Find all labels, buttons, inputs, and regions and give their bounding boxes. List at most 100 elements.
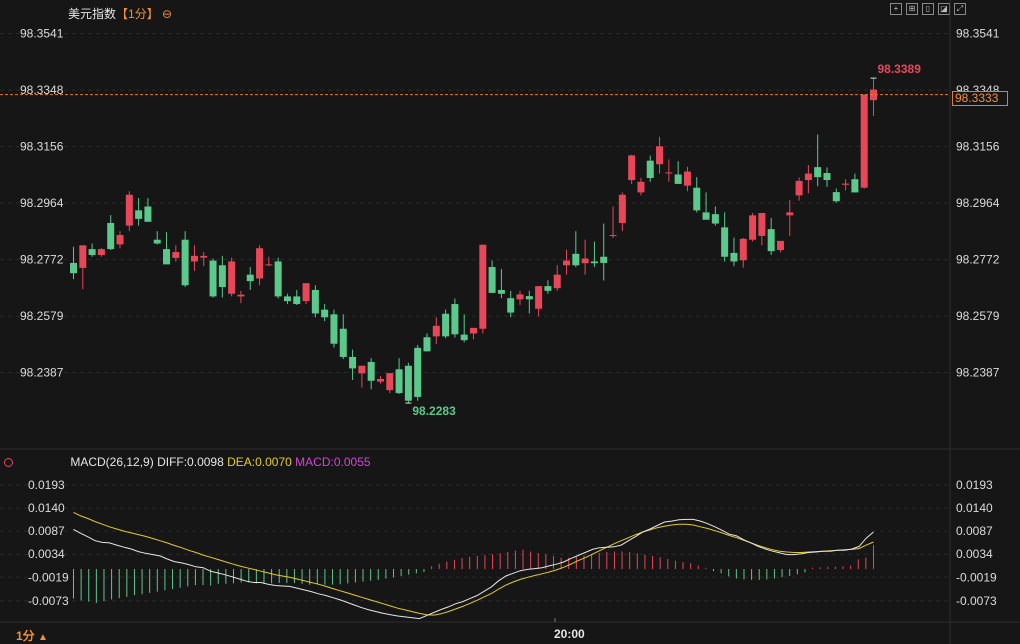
candle-body: [339, 328, 347, 357]
candle-body: [609, 235, 617, 237]
candle-body: [711, 214, 719, 224]
price-tick-left: 98.2964: [20, 196, 64, 210]
candle-body: [283, 296, 291, 302]
candle-body: [218, 265, 226, 288]
high-label: 98.3389: [878, 62, 922, 76]
candle-body: [665, 172, 673, 174]
candle-body: [116, 235, 124, 245]
candle-body: [349, 356, 357, 369]
candle-body: [674, 174, 682, 184]
macd-tick-left: 0.0193: [28, 478, 65, 492]
macd-tick-left: 0.0140: [28, 501, 65, 515]
macd-tick-left: -0.0073: [28, 594, 69, 608]
candlesticks: [70, 78, 877, 404]
candle-body: [107, 222, 115, 250]
candle-body: [125, 194, 133, 226]
candle-body: [507, 298, 515, 313]
candle-body: [860, 94, 868, 188]
dea-line: [73, 511, 874, 616]
candle-body: [721, 227, 729, 257]
macd-tick-right: -0.0019: [956, 570, 997, 584]
candle-body: [451, 304, 459, 335]
arrow-up-icon: ▲: [38, 632, 48, 643]
current-price-box: 98.3333: [952, 91, 1008, 106]
candle-body: [572, 253, 580, 266]
macd-tick-left: 0.0087: [28, 524, 65, 538]
candle-body: [814, 167, 822, 178]
price-tick-right: 98.3156: [956, 140, 1000, 154]
price-tick-left: 98.3156: [20, 140, 64, 154]
candle-body: [525, 296, 533, 300]
low-label: 98.2283: [412, 404, 456, 418]
candle-body: [70, 262, 77, 274]
price-chart[interactable]: 98.354198.354198.334898.334898.315698.31…: [0, 0, 1020, 644]
candle-body: [423, 337, 431, 352]
candle-body: [265, 264, 273, 266]
diff-line: [73, 518, 874, 620]
price-tick-right: 98.2579: [956, 309, 1000, 323]
macd-diff: DIFF:0.0098: [157, 455, 224, 469]
macd-tick-right: 0.0140: [956, 501, 993, 515]
candle-body: [358, 365, 366, 374]
candle-body: [683, 171, 691, 186]
candle-body: [293, 296, 301, 305]
candle-body: [88, 249, 96, 255]
y-axis-labels: 98.354198.354198.334898.334898.315698.31…: [20, 26, 1000, 607]
candle-body: [749, 215, 757, 240]
candle-body: [693, 187, 701, 211]
candle-body: [442, 313, 450, 337]
candle-body: [516, 294, 524, 300]
price-tick-right: 98.2387: [956, 366, 1000, 380]
candle-body: [414, 347, 422, 397]
candle-body: [172, 252, 180, 258]
price-tick-right: 98.2964: [956, 196, 1000, 210]
candle-body: [590, 261, 598, 264]
price-tick-left: 98.2579: [20, 309, 64, 323]
candle-body: [237, 294, 245, 297]
candle-body: [321, 309, 329, 318]
macd-header: MACD(26,12,9) DIFF:0.0098 DEA:0.0070 MAC…: [4, 455, 371, 469]
price-tick-right: 98.3541: [956, 26, 1000, 40]
candle-body: [823, 173, 831, 181]
candle-body: [758, 212, 766, 236]
candle-body: [386, 373, 394, 391]
candle-body: [190, 255, 198, 262]
price-tick-left: 98.3541: [20, 26, 64, 40]
candle-body: [795, 180, 803, 196]
period-label: 1分: [16, 629, 35, 643]
candle-body: [488, 267, 496, 293]
candle-body: [842, 183, 850, 185]
price-tick-left: 98.2387: [20, 366, 64, 380]
candle-body: [274, 261, 282, 297]
candle-body: [395, 369, 403, 394]
candle-body: [135, 210, 143, 219]
candle-body: [376, 378, 384, 382]
candle-body: [367, 361, 375, 381]
period-selector[interactable]: 1分 ▲: [16, 627, 48, 644]
macd-tick-right: -0.0073: [956, 594, 997, 608]
price-tick-left: 98.2772: [20, 252, 64, 266]
candle-body: [646, 160, 654, 179]
candle-body: [311, 289, 319, 314]
candle-body: [144, 206, 152, 222]
candle-body: [302, 283, 310, 302]
candle-body: [246, 274, 254, 282]
candle-body: [739, 238, 747, 261]
candle-body: [628, 155, 636, 181]
candle-body: [656, 146, 664, 165]
candle-body: [209, 260, 217, 297]
candle-body: [618, 194, 626, 223]
candle-body: [702, 212, 710, 220]
candle-body: [432, 325, 440, 337]
candle-body: [256, 248, 264, 279]
candle-body: [470, 327, 477, 334]
macd-tick-left: -0.0019: [28, 570, 69, 584]
price-tick-right: 98.2772: [956, 252, 1000, 266]
macd-value: MACD:0.0055: [295, 455, 371, 469]
candle-body: [200, 255, 208, 258]
macd-settings-icon[interactable]: [4, 458, 13, 468]
macd-lines: [73, 511, 874, 620]
candle-body: [153, 239, 161, 244]
macd-params: MACD(26,12,9): [70, 455, 154, 469]
candle-body: [776, 240, 784, 250]
